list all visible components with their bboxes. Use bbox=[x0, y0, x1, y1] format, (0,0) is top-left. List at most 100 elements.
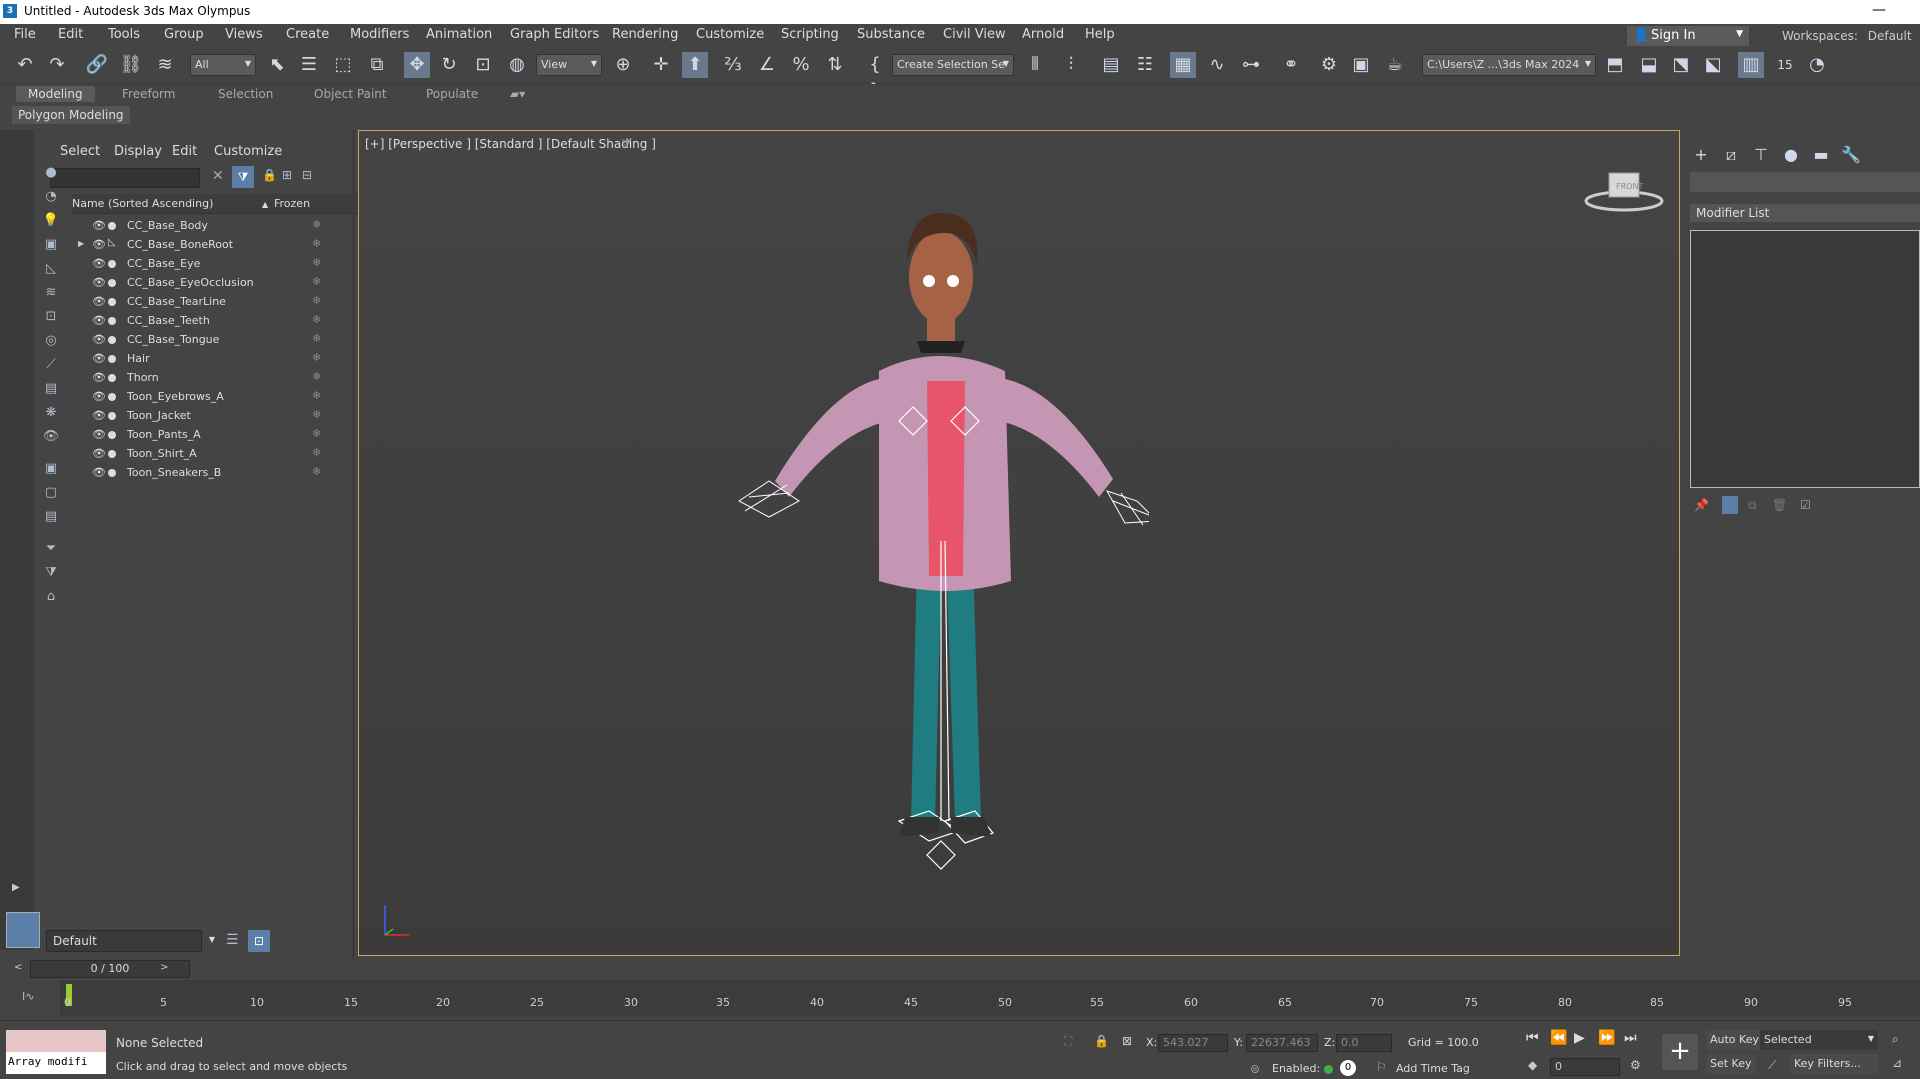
freeze-icon[interactable]: ❄ bbox=[312, 465, 321, 478]
menu-views[interactable]: Views bbox=[225, 27, 263, 42]
display-invert-icon[interactable]: ▤ bbox=[42, 508, 60, 526]
place-icon[interactable]: ◍ bbox=[504, 52, 530, 78]
set-key-button[interactable]: Set Key bbox=[1706, 1054, 1756, 1074]
menu-arnold[interactable]: Arnold bbox=[1022, 27, 1064, 42]
help-community-icon[interactable]: ◔ bbox=[1804, 52, 1830, 78]
count-badge[interactable]: 15 bbox=[1772, 52, 1798, 78]
select-and-rotate-icon[interactable]: ↻ bbox=[436, 52, 462, 78]
next-frame-icon[interactable]: ⏩ bbox=[1598, 1030, 1615, 1046]
eye-icon[interactable]: 👁 bbox=[92, 333, 106, 346]
spinner-snap-icon[interactable]: ⇅ bbox=[822, 52, 848, 78]
render-setup-icon[interactable]: ⚙ bbox=[1316, 52, 1342, 78]
freeze-icon[interactable]: ❄ bbox=[312, 332, 321, 345]
time-slider-next-icon[interactable]: > bbox=[160, 962, 168, 973]
container-filter-icon[interactable]: ▤ bbox=[42, 380, 60, 398]
absolute-mode-icon[interactable]: ⊠ bbox=[1122, 1034, 1132, 1048]
select-and-scale-icon[interactable]: ⊡ bbox=[470, 52, 496, 78]
pivot-center-icon[interactable]: ⊕ bbox=[610, 52, 636, 78]
enabled-toggle[interactable]: 0 bbox=[1340, 1060, 1356, 1076]
redo-icon[interactable]: ↷ bbox=[44, 52, 70, 78]
render-dot-icon[interactable] bbox=[108, 450, 116, 458]
material-editor-icon[interactable]: ⚭ bbox=[1278, 52, 1304, 78]
utilities-panel-icon[interactable]: 🔧 bbox=[1840, 144, 1862, 166]
bone-filter-icon[interactable]: ⟋ bbox=[42, 356, 60, 374]
reference-coordinate-dropdown[interactable]: View ▼ bbox=[536, 54, 602, 76]
remove-modifier-icon[interactable]: 🗑 bbox=[1772, 498, 1787, 512]
project-folder-dropdown[interactable]: C:\Users\Z ...\3ds Max 2024 ▼ bbox=[1422, 54, 1596, 76]
named-selection-dropdown[interactable]: Create Selection Se ▼ bbox=[892, 54, 1014, 76]
list-item[interactable]: 👁 CC_Base_Eye ❄ bbox=[72, 255, 352, 273]
viewport-label[interactable]: [+] [Perspective ] [Standard ] [Default … bbox=[365, 137, 656, 151]
mini-curve-editor-icon[interactable]: I∿ bbox=[22, 990, 34, 1003]
explorer-menu-display[interactable]: Display bbox=[114, 144, 162, 159]
freeze-icon[interactable]: ❄ bbox=[312, 446, 321, 459]
rectangular-selection-icon[interactable]: ⬚ bbox=[330, 52, 356, 78]
lock-icon[interactable]: 🔒 bbox=[262, 168, 277, 182]
undo-icon[interactable]: ↶ bbox=[12, 52, 38, 78]
object-name-field[interactable] bbox=[1690, 172, 1920, 192]
explorer-menu-select[interactable]: Select bbox=[60, 144, 100, 159]
render-dot-icon[interactable] bbox=[108, 279, 116, 287]
ribbon-options-icon[interactable]: ▰▾ bbox=[510, 87, 525, 101]
list-item[interactable]: 👁 Toon_Shirt_A ❄ bbox=[72, 445, 352, 463]
spacewarp-filter-icon[interactable]: ≋ bbox=[42, 284, 60, 302]
helper-filter-icon[interactable]: ◺ bbox=[42, 260, 60, 278]
active-layer-swatch[interactable] bbox=[6, 912, 40, 948]
align-icon[interactable]: ⫶ bbox=[1058, 52, 1084, 78]
freeze-icon[interactable]: ❄ bbox=[312, 218, 321, 231]
configure-modifier-sets-icon[interactable]: ☑ bbox=[1800, 498, 1811, 512]
menu-civil-view[interactable]: Civil View bbox=[943, 27, 1006, 42]
layer-explorer-icon[interactable]: ☷ bbox=[1132, 52, 1158, 78]
select-and-move-icon[interactable]: ✥ bbox=[404, 52, 430, 78]
render-dot-icon[interactable] bbox=[108, 260, 116, 268]
open-icon[interactable]: ⬒ bbox=[1602, 52, 1628, 78]
list-item[interactable]: 👁 CC_Base_TearLine ❄ bbox=[72, 293, 352, 311]
bind-space-warp-icon[interactable]: ≋ bbox=[152, 52, 178, 78]
default-in-out-tangents-icon[interactable]: ⟋ bbox=[1768, 1058, 1776, 1073]
eye-icon[interactable]: 👁 bbox=[92, 390, 106, 403]
list-item[interactable]: 👁 Toon_Eyebrows_A ❄ bbox=[72, 388, 352, 406]
maxscript-listener[interactable]: Array modifi bbox=[6, 1030, 106, 1076]
list-item[interactable]: 👁 Hair ❄ bbox=[72, 350, 352, 368]
key-mode-dropdown[interactable]: Selected ▼ bbox=[1760, 1030, 1878, 1050]
ribbon-tab-selection[interactable]: Selection bbox=[218, 87, 273, 101]
funnel-active-icon[interactable]: ⧩ bbox=[42, 564, 60, 582]
ribbon-tab-modeling[interactable]: Modeling bbox=[16, 86, 95, 102]
menu-create[interactable]: Create bbox=[286, 27, 329, 42]
zoom-icon[interactable]: ⌕ bbox=[1892, 1032, 1899, 1047]
previous-frame-icon[interactable]: ⏪ bbox=[1550, 1030, 1567, 1046]
keyboard-shortcut-override-icon[interactable]: ⬆ bbox=[682, 52, 708, 78]
selection-lock-icon[interactable]: 🔒 bbox=[1094, 1034, 1109, 1048]
layer-view-icon[interactable]: ⊟ bbox=[302, 168, 312, 182]
maxscript-output[interactable] bbox=[6, 1030, 106, 1052]
motion-panel-icon[interactable]: ● bbox=[1780, 144, 1802, 166]
freeze-icon[interactable]: ❄ bbox=[312, 275, 321, 288]
viewport-filter-icon[interactable]: ⧩ bbox=[621, 137, 632, 152]
menu-graph-editors[interactable]: Graph Editors bbox=[510, 27, 599, 42]
menu-file[interactable]: File bbox=[14, 27, 36, 42]
workspace-value[interactable]: Default bbox=[1868, 29, 1912, 43]
clear-search-icon[interactable]: ✕ bbox=[212, 168, 224, 184]
time-configuration-icon[interactable]: ⚙ bbox=[1630, 1058, 1641, 1072]
render-dot-icon[interactable] bbox=[108, 317, 116, 325]
expand-icon[interactable]: ▶ bbox=[78, 239, 84, 248]
light-filter-icon[interactable]: 💡 bbox=[42, 212, 60, 230]
selection-set-icon[interactable]: ⌂ bbox=[42, 588, 60, 606]
key-mode-toggle-icon[interactable]: ◆ bbox=[1528, 1058, 1537, 1072]
ribbon-tab-object-paint[interactable]: Object Paint bbox=[314, 87, 387, 101]
add-time-tag-button[interactable]: Add Time Tag bbox=[1396, 1062, 1470, 1075]
frozen-column-header[interactable]: Frozen bbox=[274, 197, 310, 210]
eye-icon[interactable]: 👁 bbox=[92, 257, 106, 270]
modifier-stack[interactable] bbox=[1690, 230, 1920, 488]
hierarchy-icon[interactable]: ⊞ bbox=[282, 168, 292, 182]
auto-key-button[interactable]: Auto Key bbox=[1706, 1030, 1763, 1050]
timeline-track[interactable]: 0 5 10 15 20 25 30 35 40 45 50 55 60 65 … bbox=[60, 980, 1920, 1016]
window-crossing-icon[interactable]: ⧉ bbox=[364, 52, 390, 78]
eye-icon[interactable]: 👁 bbox=[92, 371, 106, 384]
group-filter-icon[interactable]: ⊡ bbox=[42, 308, 60, 326]
eye-icon[interactable]: 👁 bbox=[92, 428, 106, 441]
x-coordinate-field[interactable]: 543.027 bbox=[1158, 1034, 1228, 1052]
list-item[interactable]: 👁 Toon_Sneakers_B ❄ bbox=[72, 464, 352, 482]
eye-icon[interactable]: 👁 bbox=[92, 314, 106, 327]
viewport-layout-icon[interactable]: ▥ bbox=[1738, 52, 1764, 78]
